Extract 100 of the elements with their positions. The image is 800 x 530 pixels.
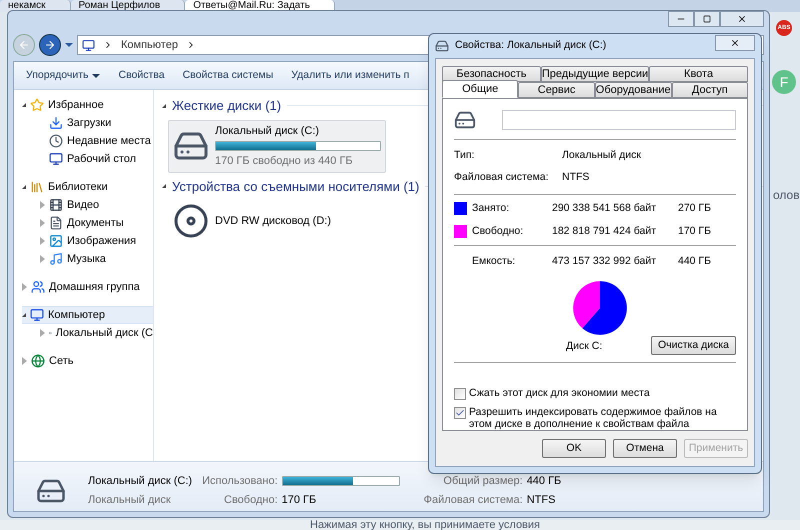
- dialog-tab[interactable]: Доступ: [672, 82, 748, 98]
- usage-label: Свободно:: [472, 224, 524, 238]
- page-text: олов: [773, 187, 800, 204]
- checkbox[interactable]: [454, 407, 466, 419]
- history-dropdown-icon[interactable]: [65, 43, 73, 47]
- collapsed-arrow-icon[interactable]: [40, 255, 45, 263]
- toolbar-button[interactable]: Свойства: [118, 68, 165, 84]
- collapsed-arrow-icon[interactable]: [40, 237, 45, 245]
- tree-item[interactable]: Избранное: [22, 96, 153, 114]
- maximize-icon: [703, 15, 711, 23]
- tree-item[interactable]: Недавние места: [22, 132, 153, 150]
- tree-item-label: Домашняя группа: [49, 280, 140, 295]
- drive-name: DVD RW дисковод (D:): [215, 214, 332, 229]
- tree-item-label: Библиотеки: [48, 180, 108, 195]
- dialog-tab[interactable]: Оборудование: [594, 82, 672, 98]
- property-label: Файловая система:: [454, 170, 550, 185]
- collapse-arrow-icon[interactable]: [162, 104, 166, 108]
- details-type: Локальный диск: [88, 493, 172, 508]
- dialog-tab[interactable]: Квота: [649, 66, 748, 82]
- details-name: Локальный диск (C:): [88, 474, 192, 488]
- tree-item[interactable]: Рабочий стол: [22, 150, 153, 168]
- usage-bytes: 473 157 332 992 байт: [552, 254, 658, 270]
- globe-icon: [31, 354, 45, 368]
- dialog-title: Свойства: Локальный диск (C:): [455, 38, 608, 54]
- monitor-icon: [30, 308, 44, 322]
- usage-size: 440 ГБ: [677, 254, 712, 270]
- tree-item-label: Компьютер: [48, 308, 105, 323]
- close-button[interactable]: [715, 35, 755, 52]
- expanded-arrow-icon[interactable]: [22, 103, 26, 107]
- forward-arrow-icon: [44, 39, 56, 51]
- dialog-tab[interactable]: Предыдущие версии: [540, 66, 650, 82]
- property-label: Тип:: [454, 148, 476, 164]
- dialog-button[interactable]: OK: [542, 439, 606, 458]
- tree-item[interactable]: Библиотеки: [22, 178, 153, 196]
- usage-label: Емкость:: [472, 254, 516, 270]
- toolbar-button[interactable]: Свойства системы: [182, 68, 274, 84]
- tree-item[interactable]: Сеть: [22, 352, 153, 370]
- details-value: 440 ГБ: [526, 474, 562, 488]
- collapsed-arrow-icon[interactable]: [22, 283, 27, 291]
- details-label: Общий размер:: [442, 474, 523, 488]
- details-label: Использовано:: [202, 474, 278, 488]
- dialog-tab[interactable]: Сервис: [518, 82, 595, 98]
- details-label: Файловая система:: [424, 493, 523, 508]
- collapse-arrow-icon[interactable]: [162, 184, 166, 188]
- tree-item[interactable]: Загрузки: [22, 114, 153, 132]
- tree-item-label: Недавние места: [67, 134, 151, 149]
- document-icon: [49, 216, 63, 230]
- details-label: Свободно:: [223, 493, 278, 508]
- property-value: NTFS: [562, 170, 590, 185]
- close-icon: [737, 14, 747, 24]
- drive-name: Локальный диск (C:): [215, 124, 320, 138]
- tree-item-label: Избранное: [48, 98, 104, 113]
- checkbox-label: Разрешить индексировать содержимое файлов на этом диске в дополнение к свойствам файла: [469, 406, 718, 430]
- tree-item[interactable]: Изображения: [22, 232, 153, 250]
- tree-item[interactable]: Документы: [22, 214, 153, 232]
- expanded-arrow-icon[interactable]: [22, 313, 26, 317]
- usage-label: Занято:: [472, 200, 510, 216]
- dropdown-caret-icon: [92, 74, 100, 78]
- collapsed-arrow-icon[interactable]: [40, 219, 45, 227]
- forward-button[interactable]: [39, 34, 61, 56]
- tree-item-label: Документы: [67, 216, 124, 231]
- maximize-button[interactable]: [694, 11, 720, 27]
- collapsed-arrow-icon[interactable]: [40, 329, 45, 337]
- property-value: Локальный диск: [562, 148, 642, 164]
- disk-cleanup-button[interactable]: Очистка диска: [650, 336, 736, 355]
- checkbox-label: Сжать этот диск для экономии места: [469, 387, 650, 399]
- monitor-icon: [82, 38, 95, 52]
- download-icon: [49, 116, 63, 130]
- drive-tile[interactable]: Локальный диск (C:) 170 ГБ свободно из 440 ГБ: [168, 120, 386, 172]
- star-icon: [30, 98, 44, 112]
- usage-bytes: 182 818 791 424 байт: [552, 224, 658, 238]
- toolbar-button[interactable]: Упорядочить: [26, 68, 100, 84]
- close-button[interactable]: [720, 11, 764, 27]
- drive-free-space: 170 ГБ свободно из 440 ГБ: [215, 154, 354, 169]
- dialog-tab[interactable]: Общие: [442, 80, 518, 98]
- collapsed-arrow-icon[interactable]: [22, 357, 27, 365]
- collapsed-arrow-icon[interactable]: [40, 201, 45, 209]
- tree-item-label: Сеть: [49, 354, 74, 369]
- tree-item[interactable]: Музыка: [22, 250, 153, 268]
- usage-size: 270 ГБ: [677, 200, 712, 216]
- close-icon: [730, 38, 740, 48]
- dialog-tab[interactable]: Безопасность: [442, 66, 541, 82]
- monitor-icon: [49, 152, 63, 166]
- page-text: Нажимая эту кнопку, вы принимаете условия: [310, 520, 540, 530]
- tree-item[interactable]: Видео: [22, 196, 153, 214]
- breadcrumb-item[interactable]: Компьютер: [121, 36, 178, 54]
- tree-item[interactable]: Домашняя группа: [22, 278, 153, 296]
- drive-tile[interactable]: DVD RW дисковод (D:): [168, 200, 386, 242]
- dialog-button[interactable]: Отмена: [613, 439, 677, 458]
- tree-item-label: Рабочий стол: [67, 152, 136, 167]
- label-input[interactable]: [502, 110, 736, 130]
- toolbar-button[interactable]: Удалить или изменить п: [291, 68, 410, 84]
- books-icon: [30, 180, 44, 194]
- expanded-arrow-icon[interactable]: [22, 185, 26, 189]
- checkbox[interactable]: [454, 388, 466, 400]
- tree-item[interactable]: Локальный диск (С: [22, 324, 153, 342]
- details-value: 170 ГБ: [282, 493, 318, 508]
- picture-icon: [49, 234, 63, 248]
- usage-size: 170 ГБ: [677, 224, 712, 238]
- tree-item[interactable]: Компьютер: [22, 306, 153, 324]
